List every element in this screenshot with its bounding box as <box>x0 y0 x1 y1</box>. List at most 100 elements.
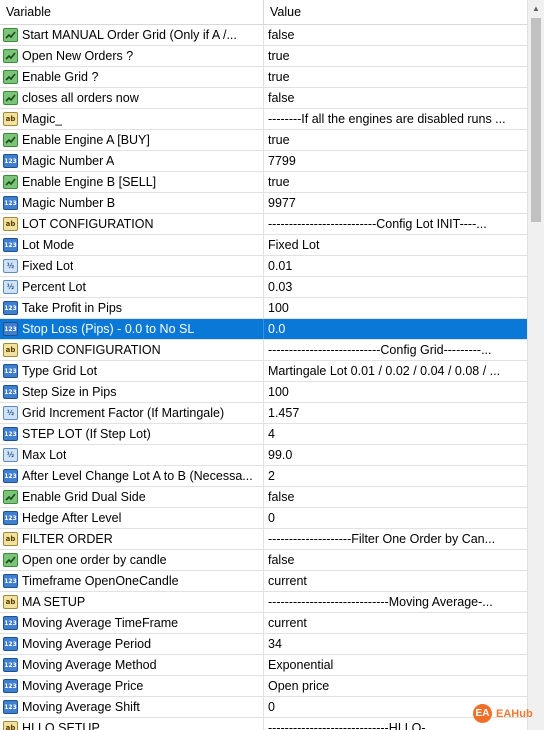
value-cell[interactable]: 9977 <box>264 193 527 213</box>
variable-cell[interactable]: ab MA SETUP <box>0 592 264 612</box>
table-row[interactable]: 123 After Level Change Lot A to B (Necess… <box>0 466 527 487</box>
variable-cell[interactable]: ab GRID CONFIGURATION <box>0 340 264 360</box>
value-cell[interactable]: --------If all the engines are disabled … <box>264 109 527 129</box>
value-cell[interactable]: true <box>264 46 527 66</box>
table-row[interactable]: Enable Engine A [BUY] true <box>0 130 527 151</box>
table-row[interactable]: closes all orders now false <box>0 88 527 109</box>
vertical-scrollbar[interactable]: ▲ <box>527 0 544 730</box>
value-cell[interactable]: -----------------------------Moving Aver… <box>264 592 527 612</box>
table-row[interactable]: 123 Lot Mode Fixed Lot <box>0 235 527 256</box>
variable-cell[interactable]: 123 Timeframe OpenOneCandle <box>0 571 264 591</box>
variable-cell[interactable]: 123 Moving Average Period <box>0 634 264 654</box>
variable-cell[interactable]: 123 After Level Change Lot A to B (Necess… <box>0 466 264 486</box>
table-row[interactable]: Open one order by candle false <box>0 550 527 571</box>
value-cell[interactable]: false <box>264 88 527 108</box>
value-cell[interactable]: Fixed Lot <box>264 235 527 255</box>
table-row[interactable]: Enable Grid Dual Side false <box>0 487 527 508</box>
value-cell[interactable]: 1.457 <box>264 403 527 423</box>
variable-cell[interactable]: ½ Fixed Lot <box>0 256 264 276</box>
variable-cell[interactable]: Open one order by candle <box>0 550 264 570</box>
value-cell[interactable]: 7799 <box>264 151 527 171</box>
variable-cell[interactable]: 123 Hedge After Level <box>0 508 264 528</box>
variable-cell[interactable]: 123 Moving Average TimeFrame <box>0 613 264 633</box>
table-row[interactable]: ½ Max Lot 99.0 <box>0 445 527 466</box>
variable-cell[interactable]: Open New Orders ? <box>0 46 264 66</box>
table-row[interactable]: 123 Magic Number B 9977 <box>0 193 527 214</box>
value-cell[interactable]: 0.03 <box>264 277 527 297</box>
value-cell[interactable]: 99.0 <box>264 445 527 465</box>
value-cell[interactable]: 2 <box>264 466 527 486</box>
value-cell[interactable]: 100 <box>264 298 527 318</box>
variable-cell[interactable]: ab Magic_ <box>0 109 264 129</box>
table-row[interactable]: 123 Stop Loss (Pips) - 0.0 to No SL 0.0 <box>0 319 527 340</box>
value-cell[interactable]: 0 <box>264 508 527 528</box>
variable-cell[interactable]: ab FILTER ORDER <box>0 529 264 549</box>
table-row[interactable]: Enable Grid ? true <box>0 67 527 88</box>
table-row[interactable]: ab MA SETUP -----------------------------M… <box>0 592 527 613</box>
value-cell[interactable]: true <box>264 130 527 150</box>
table-row[interactable]: 123 Take Profit in Pips 100 <box>0 298 527 319</box>
table-row[interactable]: 123 Step Size in Pips 100 <box>0 382 527 403</box>
table-row[interactable]: 123 Moving Average TimeFrame current <box>0 613 527 634</box>
table-row[interactable]: 123 Moving Average Method Exponential <box>0 655 527 676</box>
value-cell[interactable]: current <box>264 571 527 591</box>
variable-cell[interactable]: ab LOT CONFIGURATION <box>0 214 264 234</box>
value-cell[interactable]: Martingale Lot 0.01 / 0.02 / 0.04 / 0.08… <box>264 361 527 381</box>
variable-cell[interactable]: Start MANUAL Order Grid (Only if A /... <box>0 25 264 45</box>
value-cell[interactable]: 34 <box>264 634 527 654</box>
table-row[interactable]: Start MANUAL Order Grid (Only if A /... f… <box>0 25 527 46</box>
table-row[interactable]: 123 STEP LOT (If Step Lot) 4 <box>0 424 527 445</box>
variable-cell[interactable]: ab HI LO SETUP <box>0 718 264 730</box>
variable-cell[interactable]: 123 Moving Average Method <box>0 655 264 675</box>
value-cell[interactable]: 0.01 <box>264 256 527 276</box>
variable-cell[interactable]: 123 Magic Number B <box>0 193 264 213</box>
variable-cell[interactable]: Enable Grid ? <box>0 67 264 87</box>
table-row[interactable]: ½ Percent Lot 0.03 <box>0 277 527 298</box>
scrollbar-thumb[interactable] <box>531 18 541 222</box>
value-cell[interactable]: 4 <box>264 424 527 444</box>
variable-cell[interactable]: 123 Type Grid Lot <box>0 361 264 381</box>
table-row[interactable]: 123 Hedge After Level 0 <box>0 508 527 529</box>
table-row[interactable]: 123 Moving Average Price Open price <box>0 676 527 697</box>
value-cell[interactable]: false <box>264 25 527 45</box>
header-value[interactable]: Value <box>264 0 527 24</box>
scroll-up-arrow-icon[interactable]: ▲ <box>528 0 544 17</box>
variable-cell[interactable]: 123 Step Size in Pips <box>0 382 264 402</box>
value-cell[interactable]: --------------------Filter One Order by … <box>264 529 527 549</box>
table-row[interactable]: ½ Grid Increment Factor (If Martingale) 1.… <box>0 403 527 424</box>
variable-cell[interactable]: 123 Magic Number A <box>0 151 264 171</box>
variable-cell[interactable]: 123 STEP LOT (If Step Lot) <box>0 424 264 444</box>
table-row[interactable]: ab FILTER ORDER --------------------Filter… <box>0 529 527 550</box>
table-row[interactable]: ab LOT CONFIGURATION ---------------------… <box>0 214 527 235</box>
variable-cell[interactable]: 123 Moving Average Shift <box>0 697 264 717</box>
variable-cell[interactable]: 123 Moving Average Price <box>0 676 264 696</box>
table-row[interactable]: 123 Timeframe OpenOneCandle current <box>0 571 527 592</box>
value-cell[interactable]: 0.0 <box>264 319 527 339</box>
table-row[interactable]: Enable Engine B [SELL] true <box>0 172 527 193</box>
variable-cell[interactable]: Enable Engine A [BUY] <box>0 130 264 150</box>
value-cell[interactable]: 100 <box>264 382 527 402</box>
table-row[interactable]: 123 Magic Number A 7799 <box>0 151 527 172</box>
table-row[interactable]: Open New Orders ? true <box>0 46 527 67</box>
variable-cell[interactable]: Enable Grid Dual Side <box>0 487 264 507</box>
variable-cell[interactable]: 123 Lot Mode <box>0 235 264 255</box>
variable-cell[interactable]: ½ Max Lot <box>0 445 264 465</box>
header-variable[interactable]: Variable <box>0 0 264 24</box>
variable-cell[interactable]: 123 Take Profit in Pips <box>0 298 264 318</box>
variable-cell[interactable]: closes all orders now <box>0 88 264 108</box>
variable-cell[interactable]: ½ Grid Increment Factor (If Martingale) <box>0 403 264 423</box>
table-row[interactable]: ½ Fixed Lot 0.01 <box>0 256 527 277</box>
value-cell[interactable]: false <box>264 487 527 507</box>
value-cell[interactable]: Exponential <box>264 655 527 675</box>
variable-cell[interactable]: Enable Engine B [SELL] <box>0 172 264 192</box>
table-row[interactable]: ab Magic_ --------If all the engines are d… <box>0 109 527 130</box>
value-cell[interactable]: Open price <box>264 676 527 696</box>
value-cell[interactable]: current <box>264 613 527 633</box>
table-row[interactable]: ab GRID CONFIGURATION --------------------… <box>0 340 527 361</box>
table-row[interactable]: 123 Moving Average Shift 0 <box>0 697 527 718</box>
table-row[interactable]: 123 Type Grid Lot Martingale Lot 0.01 / 0.… <box>0 361 527 382</box>
variable-cell[interactable]: ½ Percent Lot <box>0 277 264 297</box>
table-row[interactable]: 123 Moving Average Period 34 <box>0 634 527 655</box>
value-cell[interactable]: false <box>264 550 527 570</box>
variable-cell[interactable]: 123 Stop Loss (Pips) - 0.0 to No SL <box>0 319 264 339</box>
